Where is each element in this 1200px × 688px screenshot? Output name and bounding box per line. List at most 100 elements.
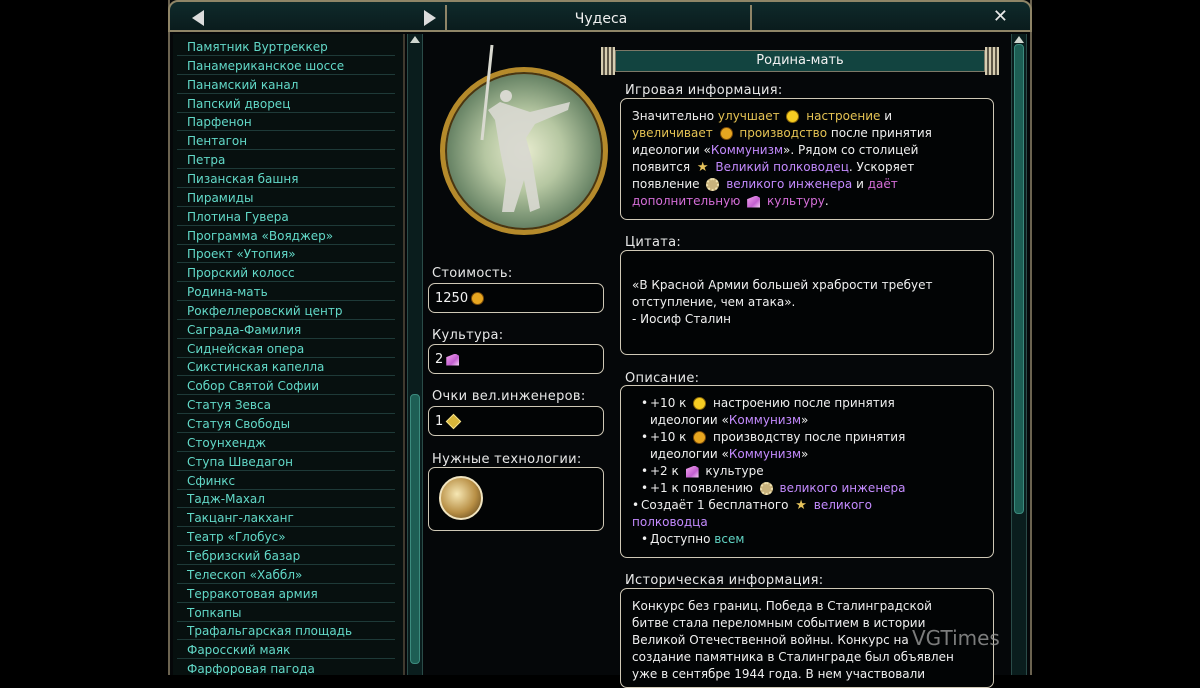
wonder-list-item[interactable]: Стоунхендж	[177, 434, 395, 452]
technology-icon[interactable]	[439, 476, 483, 520]
wonders-list: Памятник Вуртреккер Панамериканское шоссе…	[173, 34, 405, 675]
wonder-list-item[interactable]: Папский дворец	[177, 95, 395, 113]
text: Значительно	[632, 109, 715, 123]
arrow-left-icon[interactable]	[192, 10, 204, 26]
wonder-list-item[interactable]: Тебризский базар	[177, 547, 395, 565]
wonder-list-item[interactable]: Панамский канал	[177, 76, 395, 94]
history-line: создание памятника в Сталинграде был объ…	[632, 650, 954, 664]
text: Доступно	[650, 532, 711, 546]
scroll-up-icon[interactable]	[410, 36, 420, 43]
link-text[interactable]: всем	[714, 532, 744, 546]
text: появление	[632, 177, 700, 191]
link-text[interactable]: увеличивает	[632, 126, 713, 140]
wonder-list-item[interactable]: Пирамиды	[177, 189, 395, 207]
quote-line: «В Красной Армии большей храбрости требу…	[632, 278, 933, 292]
title-divider	[750, 5, 752, 31]
details-scrollbar[interactable]	[1011, 34, 1027, 675]
link-text[interactable]: Коммунизм	[729, 413, 801, 427]
great-general-icon: ★	[696, 160, 709, 175]
scroll-up-icon[interactable]	[1014, 36, 1024, 43]
wonder-list-item[interactable]: Такцанг-лакханг	[177, 509, 395, 528]
scroll-thumb[interactable]	[1014, 44, 1024, 514]
link-text[interactable]: полководца	[632, 515, 708, 529]
wonder-list-item[interactable]: Пизанская башня	[177, 170, 395, 188]
wonder-list-item[interactable]: Трафальгарская площадь	[177, 622, 395, 641]
wonder-list-item[interactable]: Статуя Свободы	[177, 415, 395, 433]
close-icon[interactable]: ✕	[993, 7, 1008, 27]
culture-value: 2	[435, 352, 444, 367]
text: и	[884, 109, 893, 123]
history-line: Великой Отечественной войны. Конкурс на	[632, 633, 909, 647]
game-info-label: Игровая информация:	[625, 83, 783, 98]
history-line: Конкурс без границ. Победа в Сталинградс…	[632, 599, 932, 613]
quote-label: Цитата:	[625, 235, 682, 250]
description-line: полководца	[632, 514, 708, 531]
engineer-value: 1	[435, 414, 444, 429]
wonder-list-item[interactable]: Тадж-Махал	[177, 490, 395, 509]
wonder-list-item[interactable]: Прорский колосс	[177, 264, 395, 283]
cost-value: 1250	[435, 291, 469, 306]
engineer-value-row: 1	[435, 413, 464, 430]
text: идеологии «	[650, 413, 729, 427]
list-scrollbar[interactable]	[407, 34, 423, 675]
link-text[interactable]: производство	[739, 126, 827, 140]
description-bullet: Создаёт 1 бесплатного ★ великого	[632, 497, 872, 514]
wonder-list-item[interactable]: Панамериканское шоссе	[177, 57, 395, 75]
wonder-list-item[interactable]: Сиднейская опера	[177, 340, 395, 358]
link-text[interactable]: настроение	[806, 109, 880, 123]
text: и	[856, 177, 864, 191]
tech-label: Нужные технологии:	[432, 452, 582, 467]
game-info-line: дополнительную культуру.	[632, 193, 829, 210]
wonder-list-item[interactable]: Плотина Гувера	[177, 208, 395, 226]
wonder-name-banner: Родина-мать	[601, 47, 999, 75]
text: +2 к	[650, 464, 679, 478]
culture-icon	[685, 465, 699, 478]
wonder-list-item[interactable]: Проект «Утопия»	[177, 245, 395, 264]
link-text[interactable]: великого инженера	[780, 481, 906, 495]
wonder-list-item[interactable]: Статуя Зевса	[177, 396, 395, 415]
wonder-list-item[interactable]: Сфинкс	[177, 472, 395, 490]
engineer-points-icon	[446, 413, 462, 430]
window-title: Чудеса	[574, 11, 628, 27]
wonder-list-item[interactable]: Петра	[177, 151, 395, 170]
text: ». Рядом со столицей	[783, 143, 919, 157]
wonder-list-item[interactable]: Пентагон	[177, 132, 395, 151]
scroll-thumb[interactable]	[410, 394, 420, 664]
culture-value-row: 2	[435, 352, 462, 367]
wonder-list-item[interactable]: Ступа Шведагон	[177, 453, 395, 471]
wonder-list-item[interactable]: Телескоп «Хаббл»	[177, 566, 395, 584]
wonder-list-item[interactable]: Фарфоровая пагода	[177, 660, 395, 675]
arrow-right-icon[interactable]	[424, 10, 436, 26]
wonder-list-item[interactable]: Сикстинская капелла	[177, 358, 395, 377]
wonder-list-item[interactable]: Программа «Вояджер»	[177, 227, 395, 245]
wonder-list-item[interactable]: Саграда-Фамилия	[177, 321, 395, 339]
link-text[interactable]: дополнительную	[632, 194, 740, 208]
wonder-list-item[interactable]: Рокфеллеровский центр	[177, 302, 395, 320]
link-text[interactable]: культуру	[767, 194, 825, 208]
link-text[interactable]: даёт	[868, 177, 898, 191]
game-info-line: идеологии «Коммунизм». Рядом со столицей	[632, 142, 918, 159]
link-text[interactable]: Великий полководец	[715, 160, 848, 174]
culture-icon	[446, 353, 460, 366]
wonder-list-item[interactable]: Собор Святой Софии	[177, 377, 395, 396]
link-text[interactable]: великого инженера	[726, 177, 852, 191]
link-text[interactable]: Коммунизм	[729, 447, 801, 461]
link-text[interactable]: Коммунизм	[711, 143, 783, 157]
wonder-list-item[interactable]: Топкапы	[177, 604, 395, 622]
happiness-icon	[786, 110, 800, 123]
engineer-label: Очки вел.инженеров:	[432, 389, 586, 404]
wonder-list-item[interactable]: Родина-мать	[177, 283, 395, 302]
wonder-list-item[interactable]: Театр «Глобус»	[177, 528, 395, 547]
wonder-list-item[interactable]: Фаросский маяк	[177, 641, 395, 660]
banner-post	[601, 47, 615, 75]
link-text[interactable]: улучшает	[718, 109, 780, 123]
wonder-list-item[interactable]: Памятник Вуртреккер	[177, 38, 395, 56]
production-icon	[719, 127, 733, 140]
wonder-list-item[interactable]: Терракотовая армия	[177, 585, 395, 603]
link-text[interactable]: великого	[814, 498, 872, 512]
wonder-list-item[interactable]: Парфенон	[177, 113, 395, 132]
cost-value-row: 1250	[435, 291, 487, 306]
text: идеологии «	[632, 143, 711, 157]
text: »	[801, 413, 809, 427]
quote-line: отступление, чем атака».	[632, 295, 796, 309]
